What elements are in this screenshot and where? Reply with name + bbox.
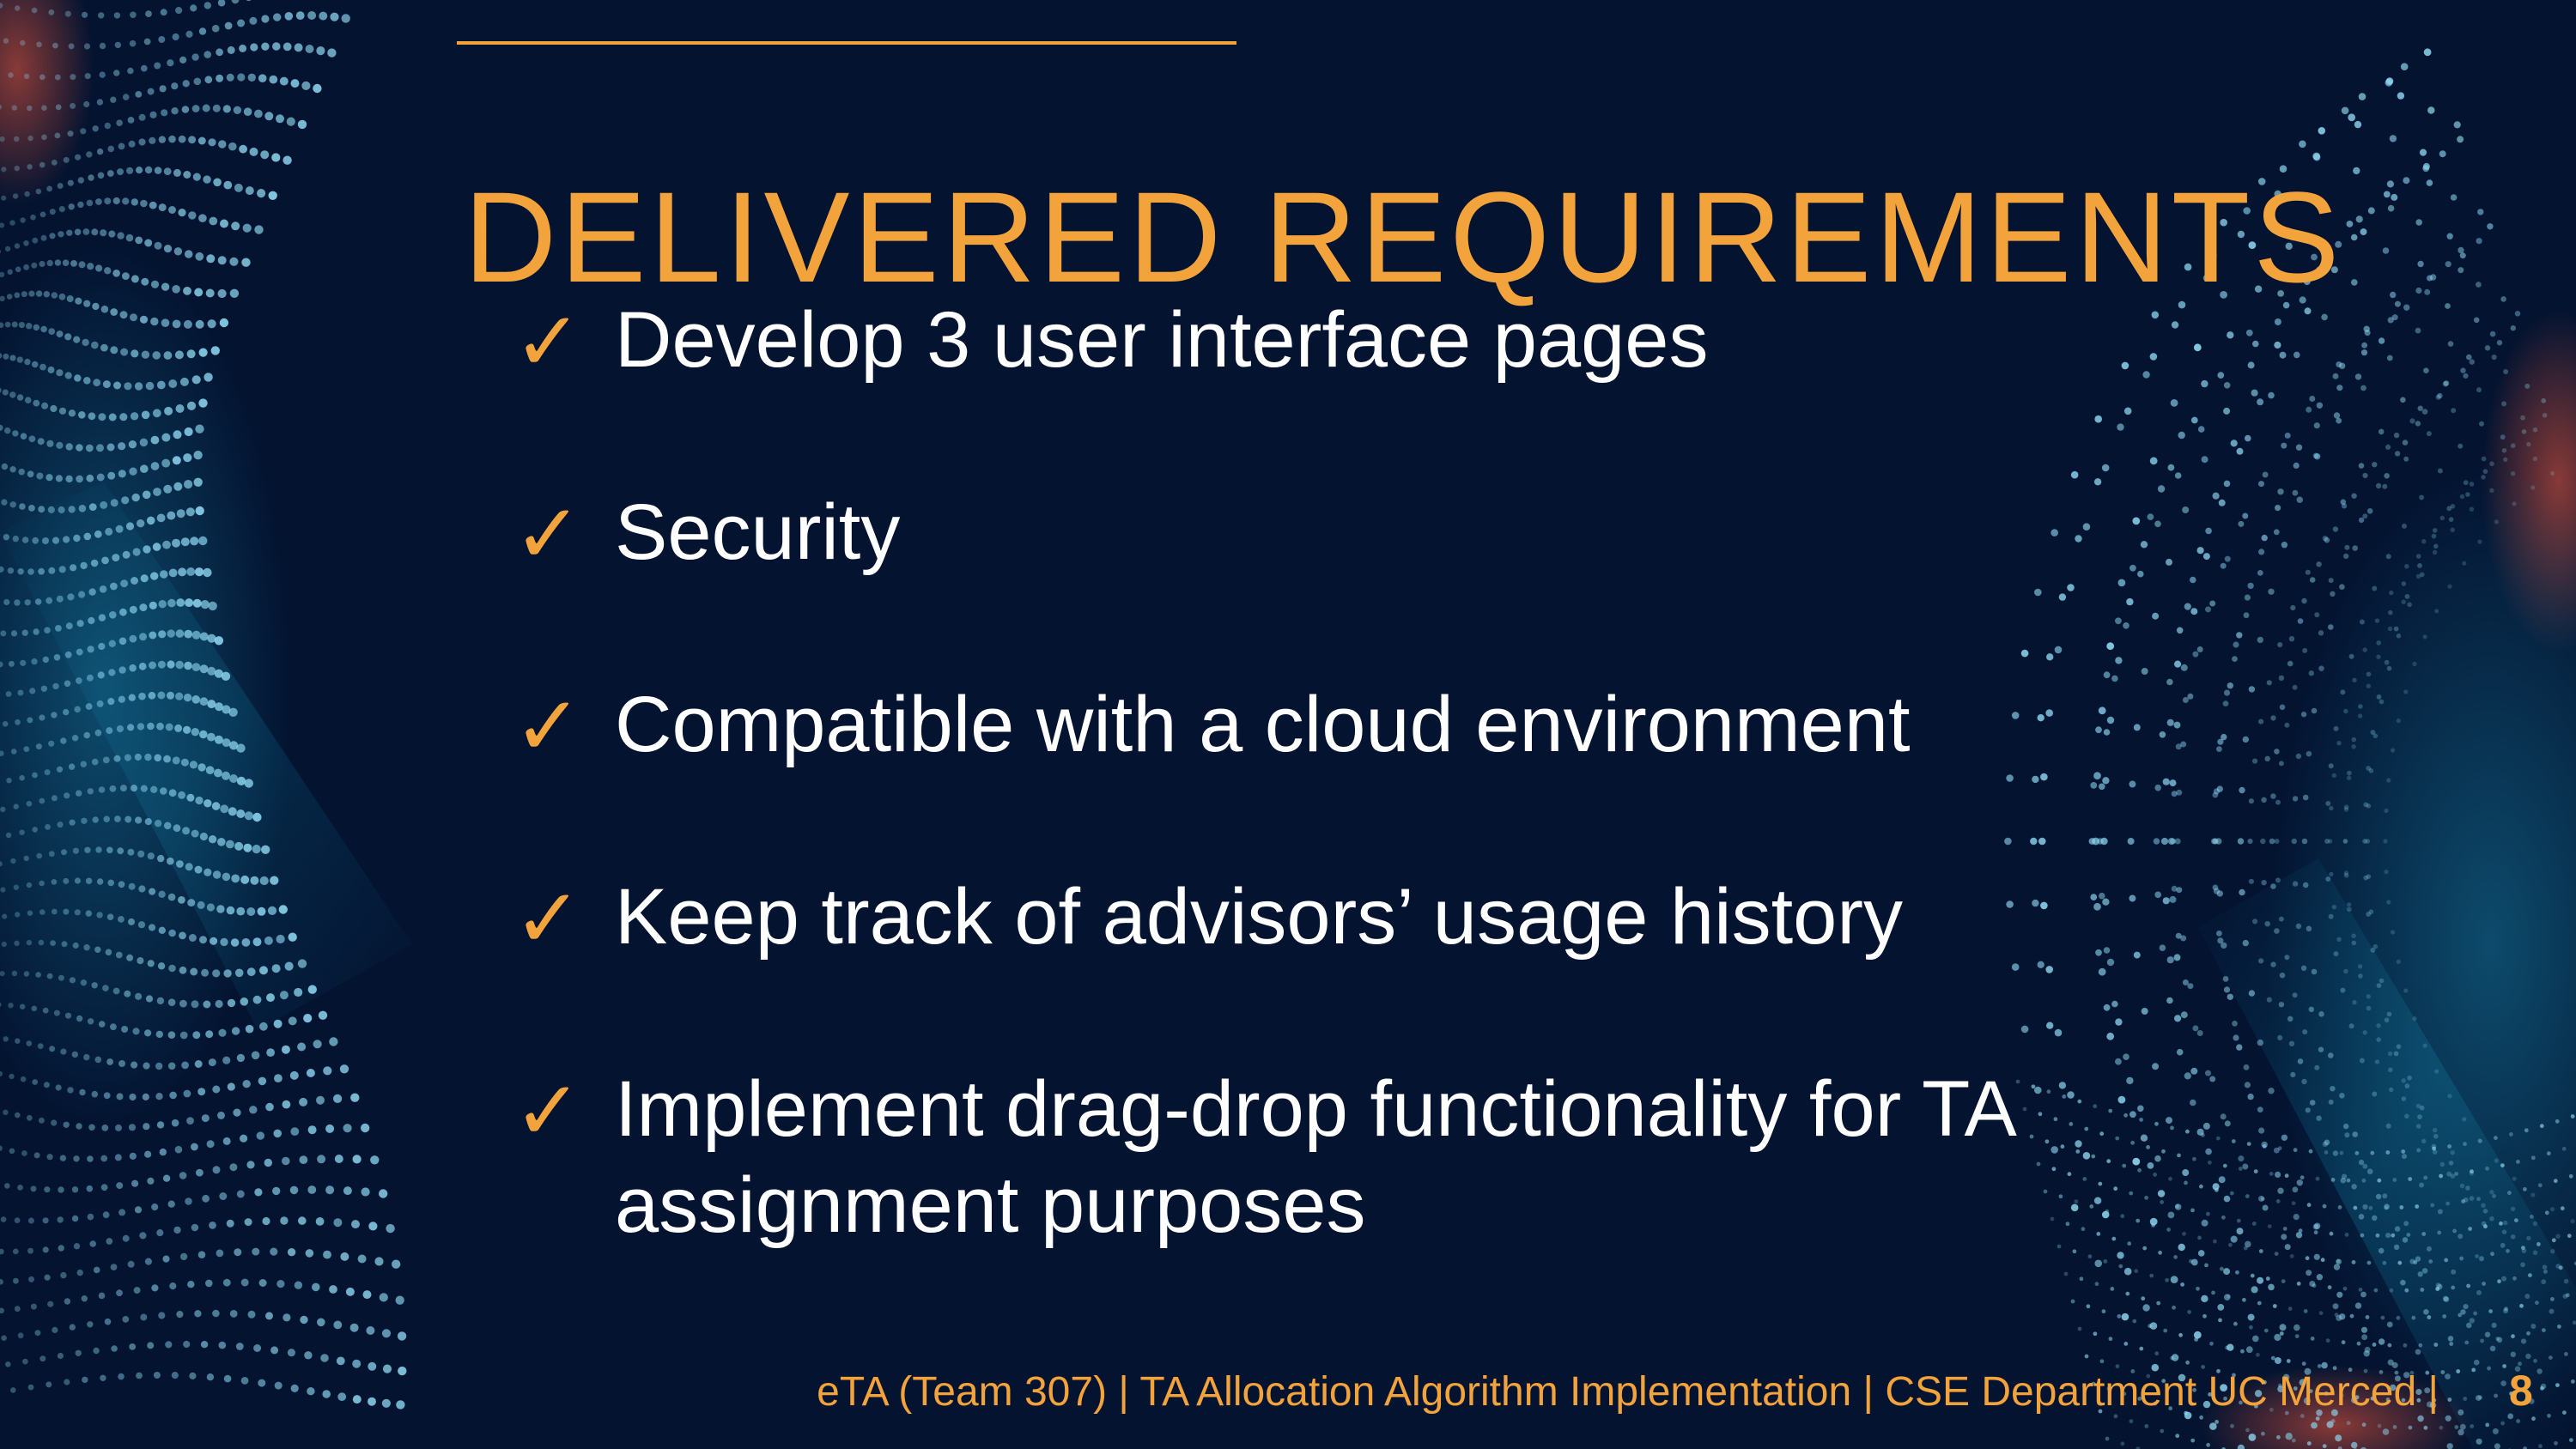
list-item: ✓ Keep track of advisors’ usage history (513, 869, 2403, 967)
list-item-text: Compatible with a cloud environment (615, 681, 1911, 768)
checkmark-icon: ✓ (513, 870, 583, 967)
slide-footer: eTA (Team 307) | TA Allocation Algorithm… (817, 1369, 2439, 1415)
top-left-glow (0, 0, 94, 206)
checkmark-icon: ✓ (513, 678, 583, 774)
list-item: ✓ Security (513, 484, 2403, 582)
list-item-text: Implement drag-drop functionality for TA… (615, 1065, 2013, 1249)
list-item: ✓ Develop 3 user interface pages (513, 292, 2403, 390)
checkmark-icon: ✓ (513, 1063, 583, 1159)
checkmark-icon: ✓ (513, 294, 583, 390)
checkmark-icon: ✓ (513, 486, 583, 582)
slide: DELIVERED REQUIREMENTS ✓ Develop 3 user … (0, 0, 2576, 1449)
list-item: ✓ Compatible with a cloud environment (513, 676, 2403, 774)
list-item: ✓ Implement drag-drop functionality for … (513, 1061, 2403, 1253)
page-number: 8 (2509, 1367, 2533, 1415)
requirements-list: ✓ Develop 3 user interface pages ✓ Secur… (513, 292, 2403, 1349)
list-item-text: Security (615, 488, 901, 576)
slide-title: DELIVERED REQUIREMENTS (464, 164, 2343, 309)
list-item-text: Develop 3 user interface pages (615, 296, 1709, 384)
list-item-text: Keep track of advisors’ usage history (615, 873, 1903, 961)
title-rule (457, 41, 1236, 45)
